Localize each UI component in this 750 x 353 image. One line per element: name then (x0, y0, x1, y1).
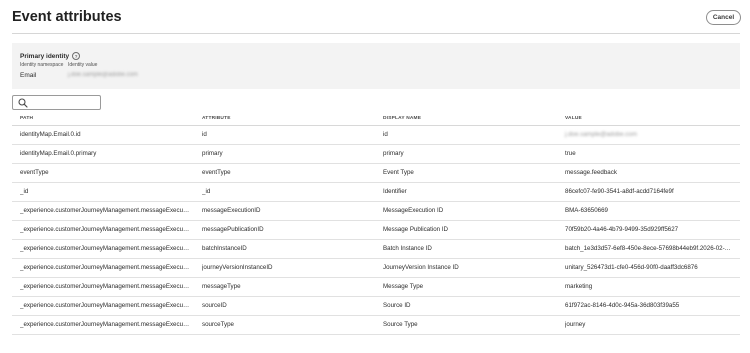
cell-display-name: Source ID (383, 302, 411, 309)
table-row[interactable]: identityMap.Email.0.primary primary primar… (12, 145, 740, 164)
cell-display-name: Message Publication ID (383, 226, 449, 233)
dialog-header: Event attributes Cancel (0, 0, 750, 34)
cell-attribute: sourceType (202, 321, 234, 328)
table-row[interactable]: _experience.customerJourneyManagement.me… (12, 316, 740, 335)
cell-path: eventType (20, 169, 49, 176)
cell-value: 70f59b20-4a46-4b79-9499-35d929ff5627 (565, 226, 679, 233)
cell-path: _experience.customerJourneyManagement.me… (20, 321, 190, 328)
cell-attribute: messageType (202, 283, 241, 290)
table-row[interactable]: _experience.customerJourneyManagement.me… (12, 259, 740, 278)
cell-attribute: primary (202, 150, 223, 157)
cell-value: unitary_526473d1-cfe0-456d-90f0-daaff3dc… (565, 264, 698, 271)
header-divider (12, 33, 740, 34)
search-field[interactable] (12, 95, 101, 110)
cell-display-name: Message Type (383, 283, 424, 290)
table-row[interactable]: _experience.customerJourneyManagement.me… (12, 297, 740, 316)
cell-display-name: MessageExecution ID (383, 207, 444, 214)
cell-path: _experience.customerJourneyManagement.me… (20, 264, 190, 271)
cancel-button[interactable]: Cancel (706, 10, 741, 25)
table-row[interactable]: _experience.customerJourneyManagement.me… (12, 202, 740, 221)
table-row[interactable]: _experience.customerJourneyManagement.me… (12, 240, 740, 259)
primary-identity-title: Primary identity (20, 52, 70, 60)
cell-value: message.feedback (565, 169, 617, 176)
table-row[interactable]: identityMap.Email.0.id id id j.doe.sample@a… (12, 126, 740, 145)
cell-attribute: sourceID (202, 302, 227, 309)
table-row[interactable]: _experience.customerJourneyManagement.me… (12, 278, 740, 297)
cell-value: 86cefc07-fe90-3541-a8df-acdd7164fe9f (565, 188, 674, 195)
search-icon (18, 98, 28, 108)
cell-path: _experience.customerJourneyManagement.me… (20, 245, 190, 252)
cell-value: marketing (565, 283, 593, 290)
cell-path: _experience.customerJourneyManagement.me… (20, 302, 190, 309)
cell-attribute: batchInstanceID (202, 245, 247, 252)
identity-namespace-value: Email (20, 72, 37, 79)
table-row[interactable]: eventType eventType Event Type message.feed… (12, 164, 740, 183)
cell-path: identityMap.Email.0.primary (20, 150, 97, 157)
cell-display-name: Event Type (383, 169, 414, 176)
page-title: Event attributes (12, 9, 122, 25)
cell-value: 61f972ac-8146-4d0c-945a-36d803f39a55 (565, 302, 680, 309)
search-input[interactable] (29, 97, 97, 108)
cell-value: batch_1e3d3d57-6ef8-450e-8ece-57698b44eb… (565, 245, 732, 252)
primary-identity-panel: Primary identity ? Identity namespace Id… (12, 43, 740, 89)
column-header-value[interactable]: VALUE (565, 116, 582, 121)
cell-value: j.doe.sample@adobe.com (565, 131, 637, 138)
cell-display-name: id (383, 131, 388, 138)
cell-path: identityMap.Email.0.id (20, 131, 81, 138)
cell-path: _id (20, 188, 29, 195)
cell-attribute: journeyVersionInstanceID (202, 264, 273, 271)
cell-display-name: Batch Instance ID (383, 245, 432, 252)
help-icon[interactable]: ? (72, 52, 81, 60)
column-header-path[interactable]: PATH (20, 116, 33, 121)
column-header-attribute[interactable]: ATTRIBUTE (202, 116, 231, 121)
cell-attribute: _id (202, 188, 211, 195)
identity-namespace-label: Identity namespace (20, 62, 64, 68)
cell-path: _experience.customerJourneyManagement.me… (20, 207, 190, 214)
cell-display-name: JourneyVersion Instance ID (383, 264, 459, 271)
identity-value-label: Identity value (68, 62, 98, 68)
cell-attribute: id (202, 131, 207, 138)
primary-identity-heading: Primary identity ? (20, 52, 81, 60)
column-header-display-name[interactable]: DISPLAY NAME (383, 116, 421, 121)
cell-display-name: Source Type (383, 321, 418, 328)
cell-path: _experience.customerJourneyManagement.me… (20, 226, 190, 233)
cell-display-name: primary (383, 150, 404, 157)
cell-value: journey (565, 321, 586, 328)
cell-attribute: messagePublicationID (202, 226, 264, 233)
cell-path: _experience.customerJourneyManagement.me… (20, 283, 190, 290)
identity-value: j.doe.sample@adobe.com (68, 72, 138, 78)
table-row[interactable]: _id _id Identifier 86cefc07-fe90-3541-a8df-… (12, 183, 740, 202)
cell-display-name: Identifier (383, 188, 407, 195)
cell-value: true (565, 150, 576, 157)
table-header: PATH ATTRIBUTE DISPLAY NAME VALUE (12, 113, 740, 126)
cell-attribute: messageExecutionID (202, 207, 261, 214)
cell-attribute: eventType (202, 169, 231, 176)
table-row[interactable]: _experience.customerJourneyManagement.me… (12, 221, 740, 240)
cell-value: BMA-63650669 (565, 207, 608, 214)
